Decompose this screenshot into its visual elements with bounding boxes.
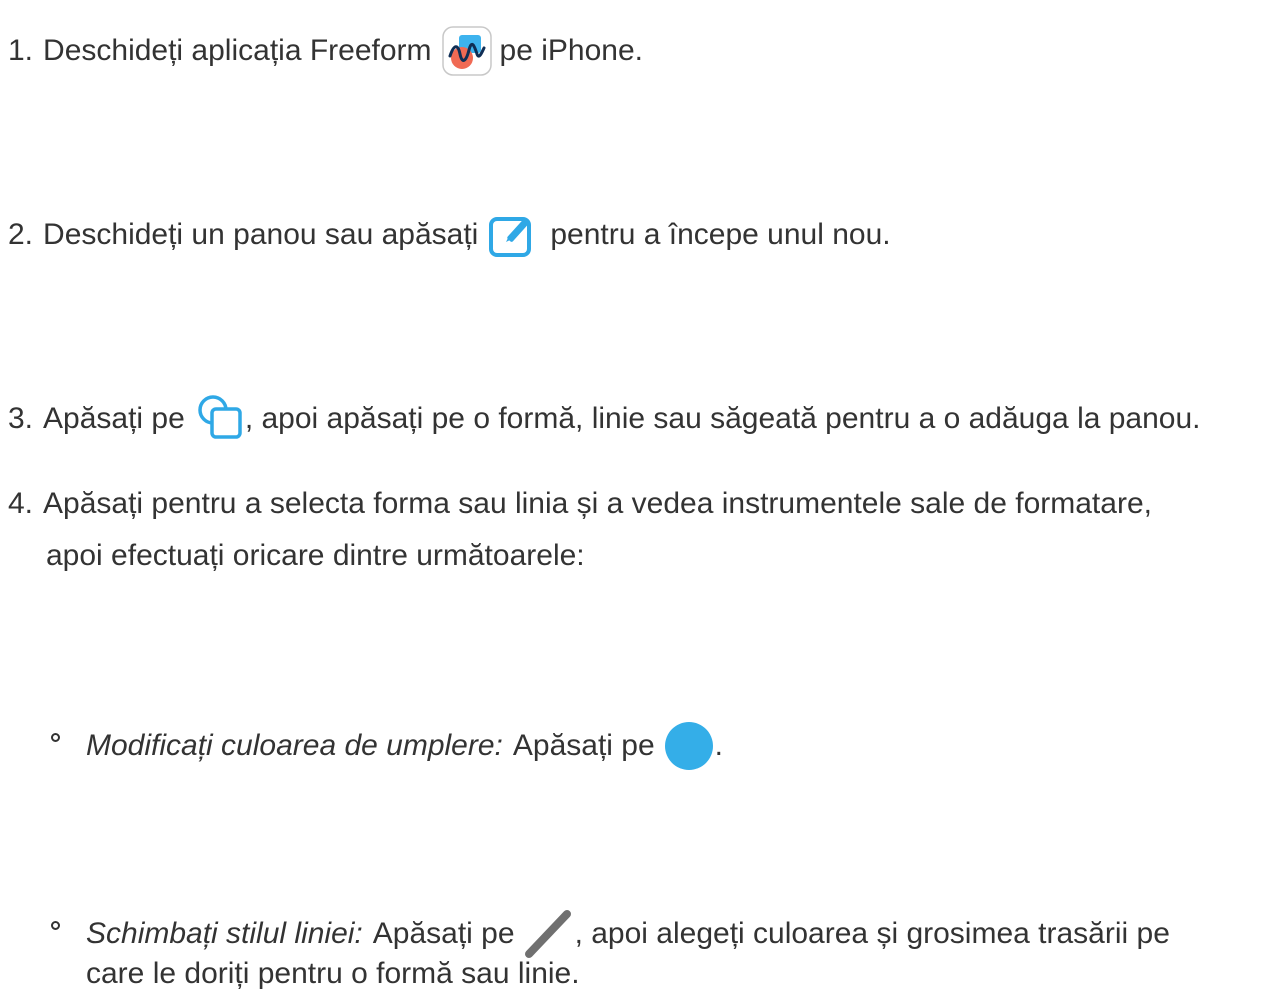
step-2: 2. Deschideți un panou sau apăsați pentr…: [8, 210, 891, 260]
step-text: Apăsați pentru a selecta forma sau linia…: [43, 487, 1152, 520]
step-3: 3. Apăsați pe , apoi apăsați pe o formă,…: [8, 394, 1201, 444]
bullet-marker: [51, 733, 60, 742]
sub-item-text: Apăsați pe: [512, 729, 655, 762]
sub-item-line-style: Schimbați stilul liniei: Apăsați pe , ap…: [86, 908, 1170, 960]
step-text-after: pe iPhone.: [499, 34, 643, 67]
freeform-app-icon: [441, 26, 492, 76]
sub-item-label: Schimbați stilul liniei:: [86, 917, 363, 950]
line-style-icon: [523, 908, 575, 960]
shapes-icon: [195, 394, 245, 444]
step-text-after: , apoi apăsați pe o formă, linie sau săg…: [244, 402, 1201, 435]
fill-color-icon: [663, 720, 715, 772]
step-1: 1. Deschideți aplicația Freeform pe iPho…: [8, 26, 643, 76]
step-number: 4.: [8, 487, 34, 520]
step-text: Deschideți aplicația Freeform: [43, 34, 432, 67]
step-number: 1.: [8, 34, 34, 67]
compose-icon: [488, 210, 538, 260]
step-text: Deschideți un panou sau apăsați: [43, 218, 479, 251]
step-4-continuation: apoi efectuați oricare dintre următoarel…: [46, 538, 585, 574]
step-text: Apăsați pe: [43, 402, 185, 435]
bullet-marker: [51, 921, 60, 930]
step-text-after: pentru a începe unul nou.: [550, 218, 891, 251]
step-text: apoi efectuați oricare dintre următoarel…: [46, 539, 585, 572]
step-number: 3.: [8, 402, 34, 435]
step-4: 4. Apăsați pentru a selecta forma sau li…: [8, 486, 1152, 522]
sub-item-text: Apăsați pe: [372, 917, 515, 950]
sub-item-line-style-continuation: care le doriți pentru o formă sau linie.: [86, 956, 580, 990]
sub-item-label: Modificați culoarea de umplere:: [86, 729, 503, 762]
sub-item-fill-color: Modificați culoarea de umplere: Apăsați …: [86, 720, 723, 772]
sub-item-text-after: .: [714, 729, 724, 762]
step-number: 2.: [8, 218, 34, 251]
sub-item-text-after: , apoi alegeți culoarea și grosimea tras…: [574, 917, 1170, 950]
sub-item-text: care le doriți pentru o formă sau linie.: [86, 957, 580, 990]
